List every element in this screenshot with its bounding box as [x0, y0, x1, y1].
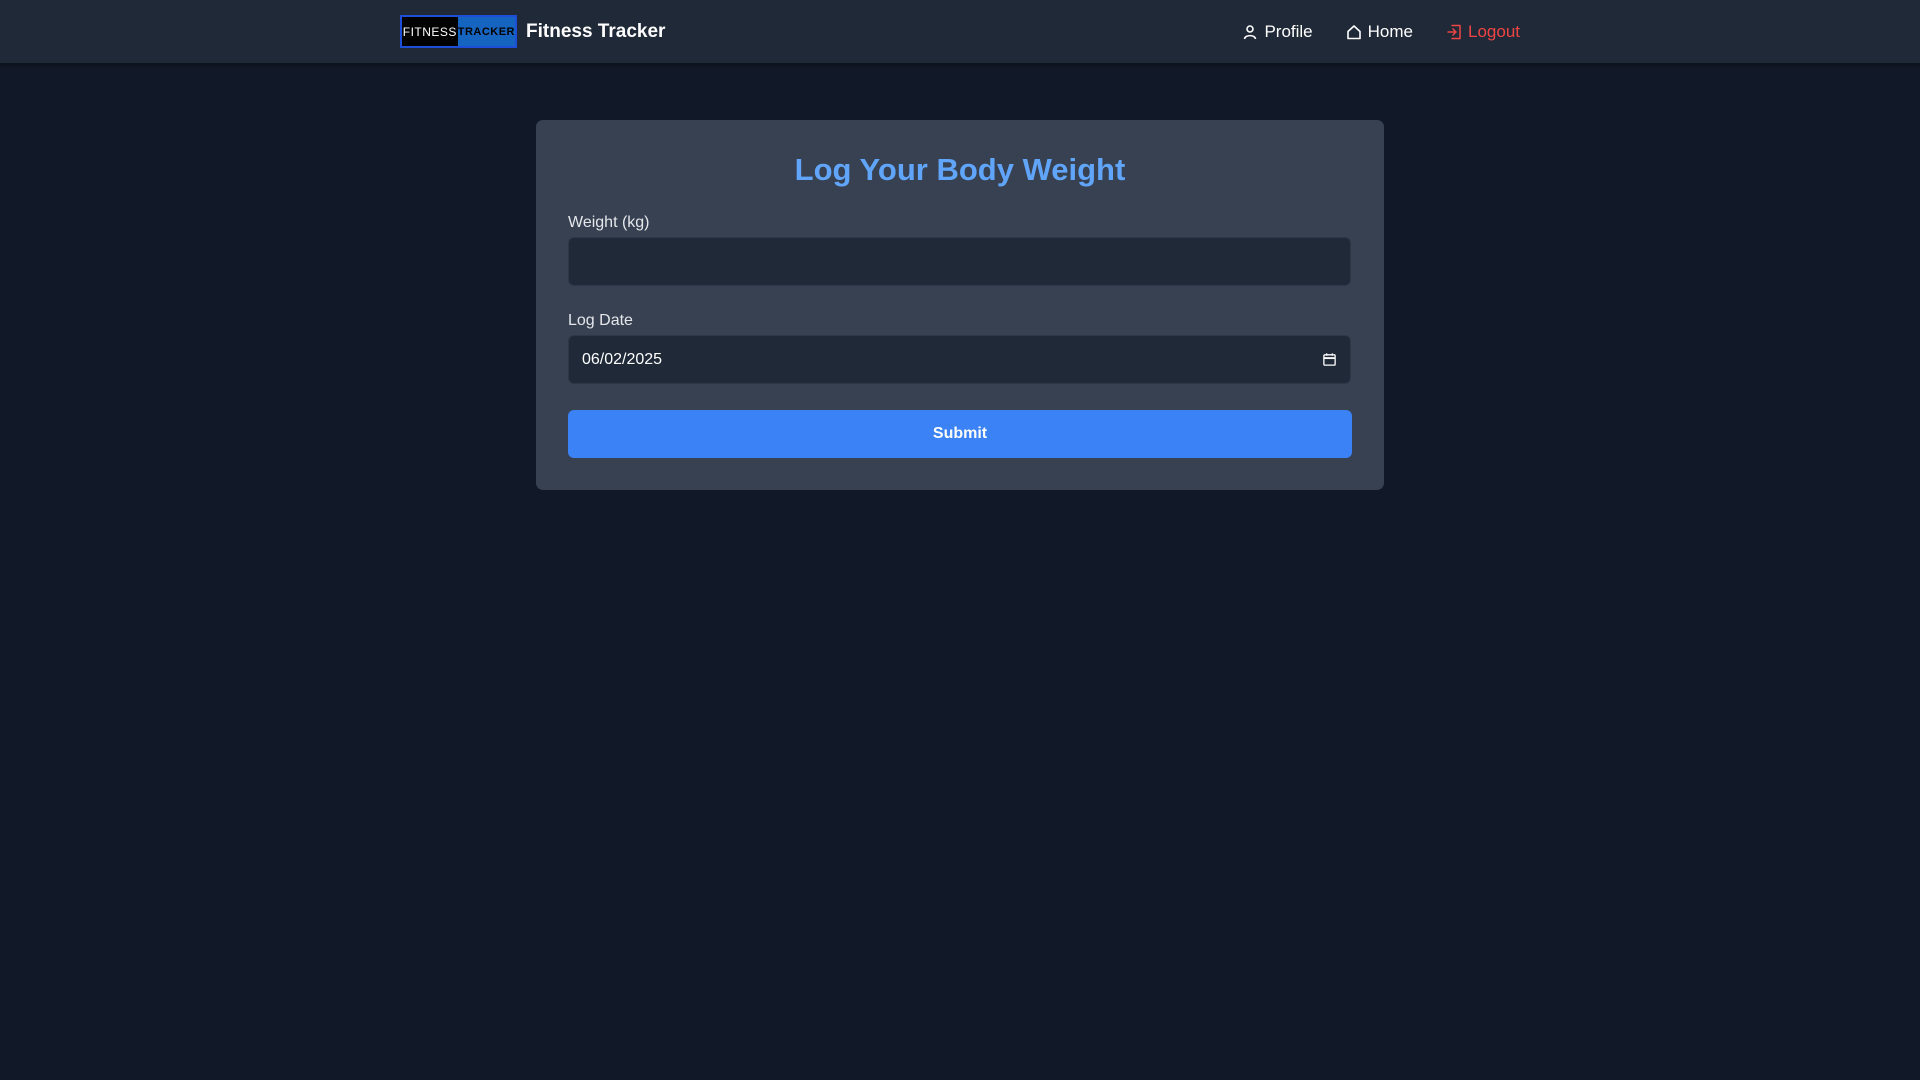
- calendar-icon[interactable]: [1322, 352, 1337, 367]
- weight-input[interactable]: [568, 237, 1351, 286]
- logout-icon: [1447, 24, 1461, 39]
- home-icon: [1346, 24, 1361, 39]
- nav-logout-link[interactable]: Logout: [1446, 22, 1520, 42]
- nav-profile-label: Profile: [1264, 21, 1313, 41]
- card-header: Log Your Body Weight: [536, 150, 1384, 190]
- nav-home-link[interactable]: Home: [1346, 22, 1413, 42]
- nav-links: Profile Home Logout: [1242, 0, 1520, 63]
- page-title: Log Your Body Weight: [794, 152, 1126, 187]
- logo-text-right: TRACKER: [457, 17, 515, 46]
- log-date-input[interactable]: 06/02/2025: [568, 335, 1351, 384]
- top-navbar: FITNESS TRACKER Fitness Tracker Profile …: [0, 0, 1920, 63]
- weight-log-card: Log Your Body Weight Weight (kg) Log Dat…: [536, 120, 1384, 490]
- nav-logout-label: Logout: [1468, 21, 1520, 41]
- brand[interactable]: FITNESS TRACKER Fitness Tracker: [400, 15, 665, 48]
- logo-text-left: FITNESS: [402, 17, 458, 46]
- weight-label: Weight (kg): [568, 214, 650, 231]
- user-icon: [1244, 24, 1257, 39]
- brand-title[interactable]: Fitness Tracker: [526, 21, 665, 43]
- nav-profile-link[interactable]: Profile: [1242, 21, 1313, 42]
- logo[interactable]: FITNESS TRACKER: [400, 15, 517, 48]
- submit-button[interactable]: Submit: [568, 410, 1352, 458]
- log-date-value: 06/02/2025: [582, 350, 663, 368]
- log-date-label: Log Date: [568, 312, 633, 329]
- nav-home-label: Home: [1367, 21, 1413, 41]
